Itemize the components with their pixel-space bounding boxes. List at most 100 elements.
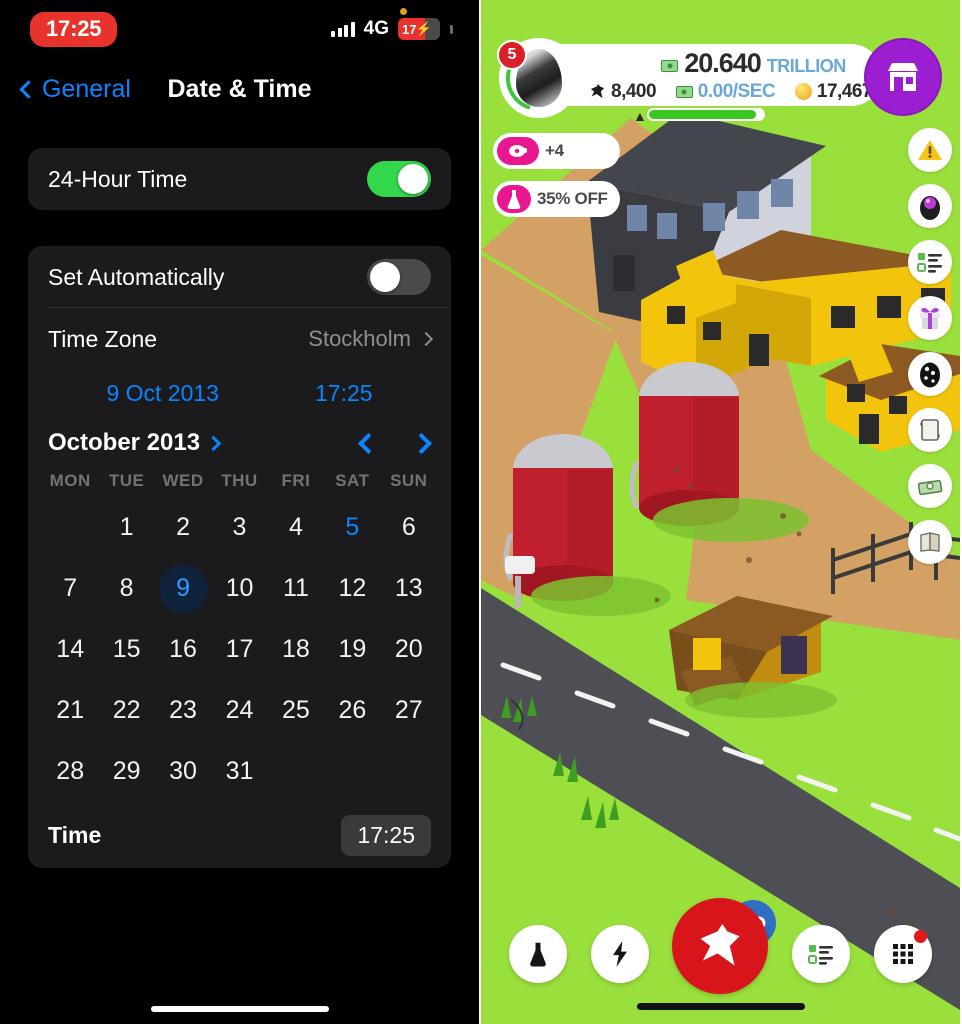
right-icon-rail bbox=[908, 128, 952, 564]
calendar-day[interactable]: 18 bbox=[268, 619, 324, 680]
dock-missions-button[interactable] bbox=[792, 925, 851, 983]
calendar-day[interactable]: 31 bbox=[211, 741, 267, 802]
dock-boost-button[interactable] bbox=[590, 925, 649, 983]
shop-button[interactable] bbox=[864, 38, 942, 116]
calendar-prev-month-button[interactable] bbox=[357, 432, 380, 454]
cash-stack-icon bbox=[917, 480, 943, 495]
calendar-day[interactable]: 7 bbox=[42, 558, 98, 619]
calendar-day-blank bbox=[42, 497, 98, 558]
calendar-day[interactable]: 29 bbox=[98, 741, 154, 802]
row-time[interactable]: Time 17:25 bbox=[28, 802, 451, 868]
promo-badges: +4 35% OFF bbox=[493, 133, 620, 217]
calendar-day[interactable]: 9 bbox=[155, 558, 211, 619]
calendar-day[interactable]: 6 bbox=[381, 497, 437, 558]
row-label: Time Zone bbox=[48, 325, 158, 352]
calendar-day[interactable]: 25 bbox=[268, 680, 324, 741]
calendar-day[interactable]: 1 bbox=[98, 497, 154, 558]
navigation-bar: General Date & Time bbox=[0, 58, 479, 120]
signal-bars-icon bbox=[331, 21, 355, 37]
row-time-zone[interactable]: Time Zone Stockholm bbox=[28, 308, 451, 370]
home-indicator bbox=[636, 1003, 805, 1010]
calendar-day[interactable]: 19 bbox=[324, 619, 380, 680]
book-button[interactable] bbox=[908, 520, 952, 564]
time-row-label: Time bbox=[48, 821, 102, 848]
calendar-day[interactable]: 30 bbox=[155, 741, 211, 802]
calendar-day[interactable]: 3 bbox=[211, 497, 267, 558]
calendar-day[interactable]: 4 bbox=[268, 497, 324, 558]
chicken-icon bbox=[700, 924, 741, 966]
dock-chicken-button[interactable] bbox=[672, 898, 769, 994]
calendar-day[interactable]: 20 bbox=[381, 619, 437, 680]
flask-icon bbox=[530, 942, 546, 967]
calendar-weekday: FRI bbox=[281, 471, 311, 490]
charging-bolt-icon: ⚡ bbox=[415, 21, 432, 36]
black-egg-button[interactable] bbox=[908, 352, 952, 396]
gift-button[interactable] bbox=[908, 296, 952, 340]
scroll-button[interactable] bbox=[908, 408, 952, 452]
calendar-day[interactable]: 21 bbox=[42, 680, 98, 741]
row-set-automatically[interactable]: Set Automatically bbox=[28, 246, 451, 308]
flask-icon bbox=[497, 185, 531, 213]
calendar-day[interactable]: 26 bbox=[324, 680, 380, 741]
calendar-day[interactable]: 27 bbox=[381, 680, 437, 741]
gift-icon bbox=[920, 307, 940, 329]
calendar-next-month-button[interactable] bbox=[410, 432, 433, 454]
chevron-left-icon bbox=[19, 79, 38, 99]
ios-settings-screen: 17:25 4G 17 ⚡ General Date & Time 24-Hou… bbox=[0, 0, 481, 1024]
purple-egg-icon bbox=[920, 196, 940, 220]
row-24-hour-time[interactable]: 24-Hour Time bbox=[28, 148, 451, 210]
purple-egg-button[interactable] bbox=[908, 184, 952, 228]
calendar-day[interactable]: 11 bbox=[268, 558, 324, 619]
battery-cap-icon bbox=[450, 24, 453, 34]
cash-stack-button[interactable] bbox=[908, 464, 952, 508]
calendar-day[interactable]: 10 bbox=[211, 558, 267, 619]
calendar-day[interactable]: 2 bbox=[155, 497, 211, 558]
warning-triangle-icon bbox=[918, 140, 942, 160]
missions-button[interactable] bbox=[908, 240, 952, 284]
calendar-day[interactable]: 13 bbox=[381, 558, 437, 619]
calendar-day[interactable]: 23 bbox=[155, 680, 211, 741]
calendar-weekday: SUN bbox=[390, 471, 428, 490]
book-icon bbox=[920, 532, 940, 552]
calendar-day[interactable]: 28 bbox=[42, 741, 98, 802]
back-button-label: General bbox=[42, 74, 131, 103]
status-bar-right: 4G 17 ⚡ bbox=[331, 18, 453, 40]
dock-menu-button[interactable] bbox=[874, 925, 933, 983]
calendar-weekday: TUE bbox=[108, 471, 145, 490]
calendar-weekday: WED bbox=[162, 471, 204, 490]
calendar-day[interactable]: 8 bbox=[98, 558, 154, 619]
calendar-month-button[interactable]: October 2013 bbox=[48, 429, 222, 457]
scroll-icon bbox=[920, 419, 940, 441]
calendar-month-label: October 2013 bbox=[48, 429, 201, 456]
calendar-day[interactable]: 16 bbox=[155, 619, 211, 680]
back-button[interactable]: General bbox=[19, 74, 131, 104]
network-type-label: 4G bbox=[363, 18, 389, 39]
farm-game-screen: 5 20.640 TRILLION 8,400 0.00/SEC 17,467 … bbox=[481, 0, 960, 1024]
selected-date-button[interactable]: 9 Oct 2013 bbox=[106, 380, 219, 407]
dock-flask-button[interactable] bbox=[508, 925, 567, 983]
calendar-day[interactable]: 14 bbox=[42, 619, 98, 680]
calendar-weekday: THU bbox=[221, 471, 258, 490]
toggle-set-automatically[interactable] bbox=[367, 259, 431, 295]
promo-discount[interactable]: 35% OFF bbox=[493, 181, 620, 217]
calendar-day[interactable]: 24 bbox=[211, 680, 267, 741]
piggy-bank-icon bbox=[497, 137, 539, 165]
lightning-bolt-icon bbox=[612, 941, 627, 967]
settings-group-datetime: Set Automatically Time Zone Stockholm 9 … bbox=[28, 246, 451, 868]
status-bar-time: 17:25 bbox=[30, 11, 118, 47]
time-zone-value: Stockholm bbox=[308, 326, 411, 351]
grid-menu-icon bbox=[893, 944, 914, 964]
selected-time-button[interactable]: 17:25 bbox=[315, 380, 373, 407]
calendar-day[interactable]: 12 bbox=[324, 558, 380, 619]
battery-level-label: 17 bbox=[402, 21, 417, 37]
status-bar: 17:25 4G 17 ⚡ bbox=[0, 0, 479, 58]
calendar-day[interactable]: 22 bbox=[98, 680, 154, 741]
promo-piggy-bank[interactable]: +4 bbox=[493, 133, 620, 169]
calendar-day[interactable]: 15 bbox=[98, 619, 154, 680]
calendar-day[interactable]: 17 bbox=[211, 619, 267, 680]
calendar-day[interactable]: 5 bbox=[324, 497, 380, 558]
warning-triangle-button[interactable] bbox=[908, 128, 952, 172]
time-value-field[interactable]: 17:25 bbox=[341, 814, 431, 856]
black-egg-icon bbox=[920, 362, 940, 388]
toggle-24-hour-time[interactable] bbox=[367, 161, 431, 197]
